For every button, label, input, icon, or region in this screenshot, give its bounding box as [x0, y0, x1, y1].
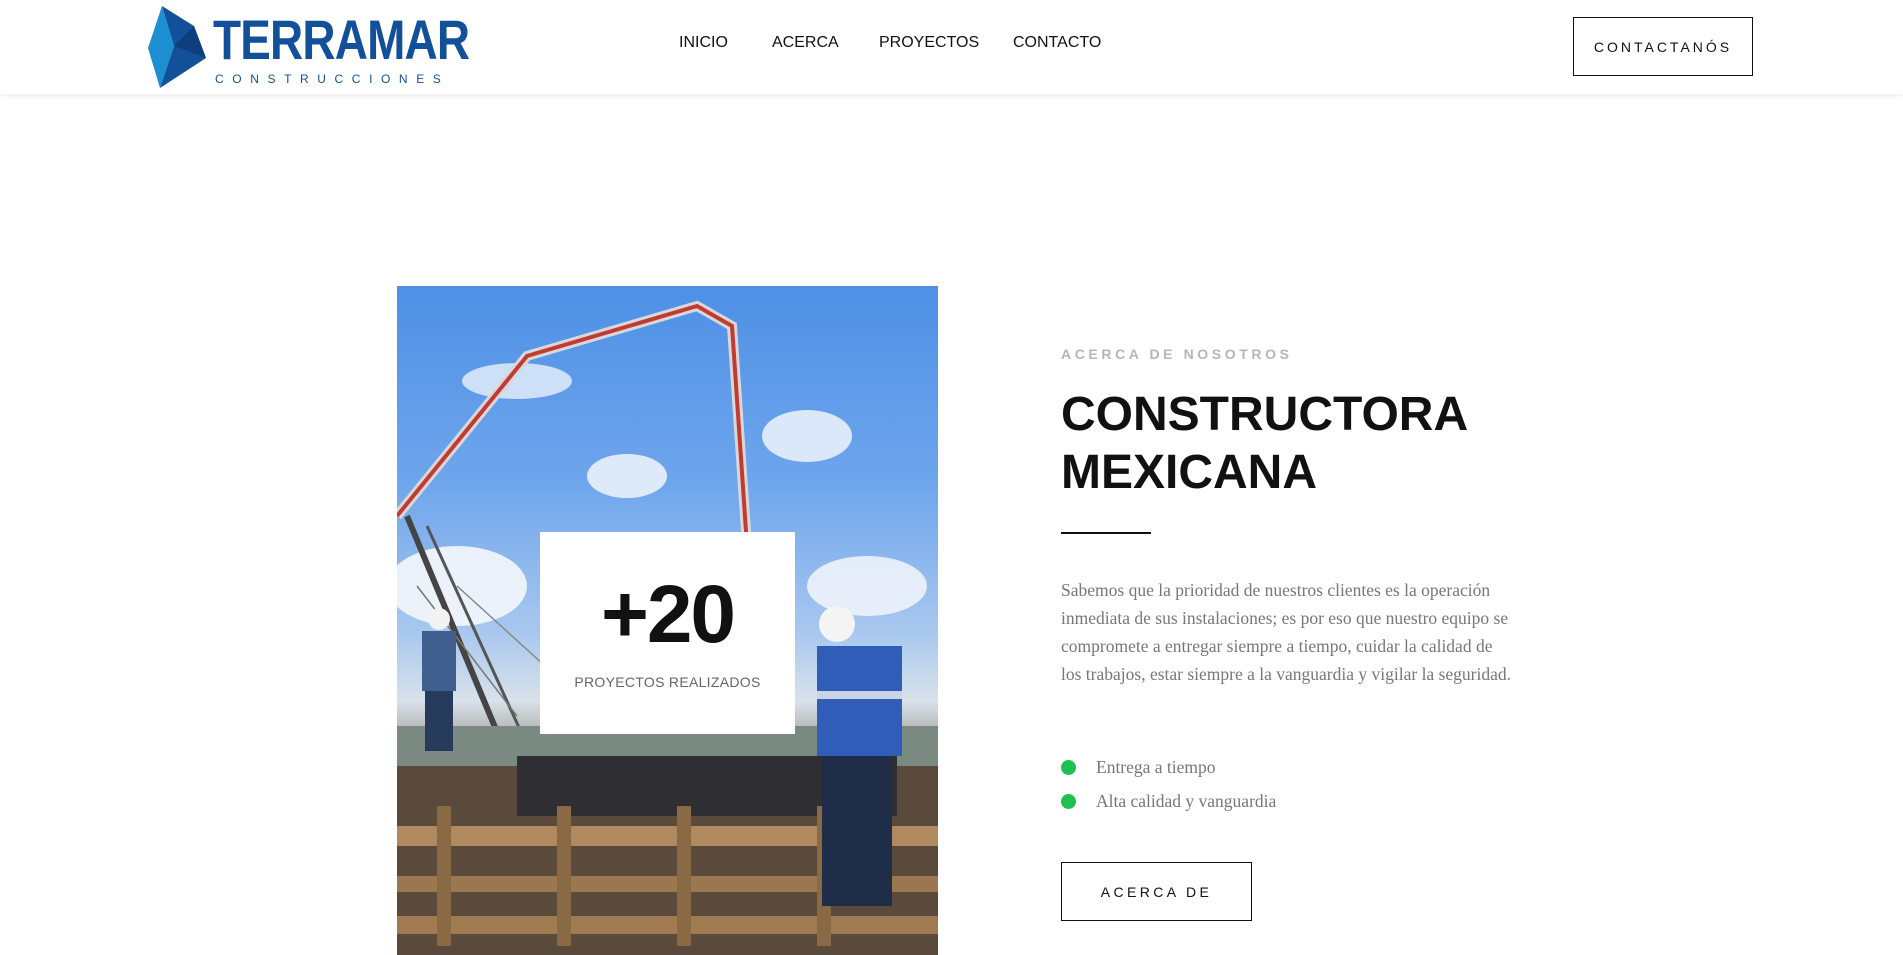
- nav-item-contacto[interactable]: CONTACTO: [1013, 34, 1101, 52]
- projects-stat-card: +20 PROYECTOS REALIZADOS: [540, 532, 795, 734]
- feature-list: Entrega a tiempo Alta calidad y vanguard…: [1061, 750, 1276, 818]
- list-item: Alta calidad y vanguardia: [1061, 784, 1276, 818]
- site-header: TERRAMAR CONSTRUCCIONES INICIO ACERCA PR…: [0, 0, 1903, 94]
- contact-button[interactable]: CONTACTANÓS: [1573, 17, 1753, 76]
- green-dot-icon: [1061, 759, 1076, 775]
- nav-item-acerca[interactable]: ACERCA: [772, 34, 839, 52]
- title-line-1: CONSTRUCTORA: [1061, 388, 1469, 441]
- about-button[interactable]: ACERCA DE: [1061, 862, 1252, 921]
- section-title: CONSTRUCTORA MEXICANA: [1061, 386, 1621, 502]
- feature-label: Entrega a tiempo: [1096, 756, 1216, 777]
- logo-tagline: CONSTRUCCIONES: [215, 72, 450, 86]
- list-item: Entrega a tiempo: [1061, 750, 1276, 784]
- logo-diamond-icon: [148, 6, 206, 88]
- projects-stat-value: +20: [600, 569, 736, 660]
- logo-wordmark: TERRAMAR: [213, 8, 470, 71]
- nav-item-proyectos[interactable]: PROYECTOS: [879, 34, 979, 52]
- title-divider: [1061, 532, 1151, 534]
- title-line-2: MEXICANA: [1061, 446, 1318, 499]
- green-dot-icon: [1061, 793, 1076, 809]
- nav-item-inicio[interactable]: INICIO: [679, 34, 728, 52]
- projects-stat-label: PROYECTOS REALIZADOS: [574, 674, 761, 690]
- section-description: Sabemos que la prioridad de nuestros cli…: [1061, 580, 1511, 684]
- logo[interactable]: TERRAMAR CONSTRUCCIONES: [148, 6, 470, 88]
- section-eyebrow: ACERCA DE NOSOTROS: [1061, 346, 1293, 362]
- feature-label: Alta calidad y vanguardia: [1096, 790, 1277, 811]
